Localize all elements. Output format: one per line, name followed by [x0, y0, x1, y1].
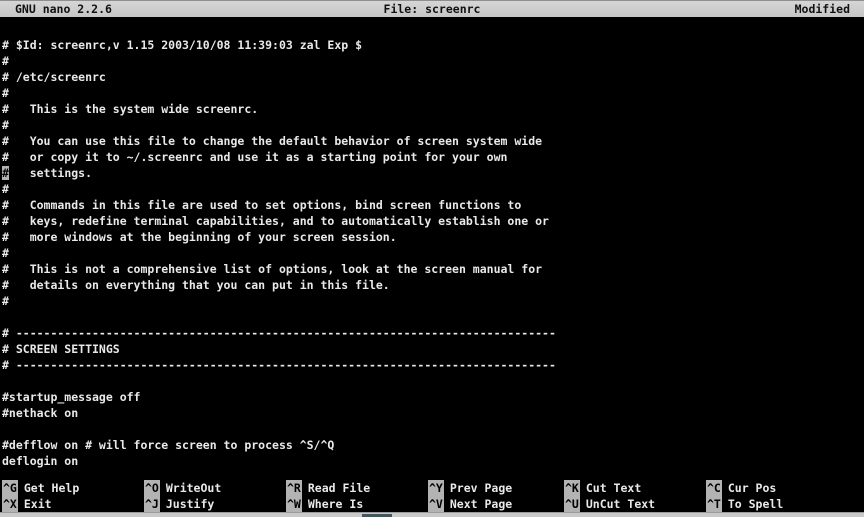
- window-bottom-edge: [0, 512, 864, 517]
- buffer-line[interactable]: [2, 373, 864, 389]
- shortcut-key-badge: ^Y: [428, 480, 444, 496]
- buffer-line[interactable]: # SCREEN SETTINGS: [2, 341, 864, 357]
- shortcut-label: Cut Text: [586, 481, 641, 495]
- terminal-window: GNU nano 2.2.6 File: screenrc Modified #…: [0, 0, 864, 517]
- shortcut-key-badge: ^J: [144, 496, 160, 512]
- buffer-line[interactable]: #startup_message off: [2, 389, 864, 405]
- shortcut-label: Justify: [166, 497, 214, 511]
- shortcut-key-badge: ^T: [706, 496, 722, 512]
- shortcut-next-page[interactable]: ^V Next Page: [428, 496, 512, 512]
- buffer-line[interactable]: #: [2, 85, 864, 101]
- shortcut-label: Next Page: [450, 497, 512, 511]
- buffer-line[interactable]: # --------------------------------------…: [2, 325, 864, 341]
- nano-titlebar: GNU nano 2.2.6 File: screenrc Modified: [0, 0, 864, 17]
- buffer-line[interactable]: #: [2, 245, 864, 261]
- buffer-line[interactable]: # or copy it to ~/.screenrc and use it a…: [2, 149, 864, 165]
- buffer-line[interactable]: [2, 421, 864, 437]
- shortcut-key-badge: ^W: [286, 496, 302, 512]
- shortcut-key-badge: ^V: [428, 496, 444, 512]
- shortcut-key-badge: ^R: [286, 480, 302, 496]
- buffer-line[interactable]: deflogin on: [2, 453, 864, 469]
- shortcut-get-help[interactable]: ^G Get Help: [2, 480, 79, 496]
- shortcut-writeout[interactable]: ^O WriteOut: [144, 480, 221, 496]
- buffer-line[interactable]: #nethack on: [2, 405, 864, 421]
- shortcut-key-badge: ^X: [2, 496, 18, 512]
- shortcut-justify[interactable]: ^J Justify: [144, 496, 214, 512]
- shortcut-cut-text[interactable]: ^K Cut Text: [564, 480, 641, 496]
- shortcut-exit[interactable]: ^X Exit: [2, 496, 52, 512]
- shortcut-key-badge: ^O: [144, 480, 160, 496]
- shortcut-row-1: ^G Get Help ^O WriteOut ^R Read File ^Y Prev Pa…: [0, 480, 864, 496]
- shortcut-cur-pos[interactable]: ^C Cur Pos: [706, 480, 776, 496]
- shortcut-key-badge: ^C: [706, 480, 722, 496]
- shortcut-key-badge: ^G: [2, 480, 18, 496]
- editor-buffer[interactable]: # $Id: screenrc,v 1.15 2003/10/08 11:39:…: [2, 37, 864, 469]
- shortcut-label: Exit: [24, 497, 52, 511]
- shortcut-prev-page[interactable]: ^Y Prev Page: [428, 480, 512, 496]
- buffer-line[interactable]: # $Id: screenrc,v 1.15 2003/10/08 11:39:…: [2, 37, 864, 53]
- shortcut-label: Read File: [308, 481, 370, 495]
- buffer-line[interactable]: #: [2, 53, 864, 69]
- shortcut-label: WriteOut: [166, 481, 221, 495]
- shortcut-uncut-text[interactable]: ^U UnCut Text: [564, 496, 655, 512]
- shortcut-where-is[interactable]: ^W Where Is: [286, 496, 363, 512]
- shortcut-label: UnCut Text: [586, 497, 655, 511]
- buffer-line[interactable]: # keys, redefine terminal capabilities, …: [2, 213, 864, 229]
- shortcut-label: Cur Pos: [728, 481, 776, 495]
- buffer-line[interactable]: # /etc/screenrc: [2, 69, 864, 85]
- shortcut-label: Prev Page: [450, 481, 512, 495]
- buffer-line[interactable]: # --------------------------------------…: [2, 357, 864, 373]
- shortcut-key-badge: ^K: [564, 480, 580, 496]
- text-cursor: #: [2, 166, 9, 180]
- shortcut-label: Get Help: [24, 481, 79, 495]
- buffer-line[interactable]: # settings.: [2, 165, 864, 181]
- buffer-line[interactable]: # You can use this file to change the de…: [2, 133, 864, 149]
- buffer-line[interactable]: #defflow on # will force screen to proce…: [2, 437, 864, 453]
- file-name-label: File: screenrc: [0, 2, 864, 17]
- buffer-line[interactable]: #: [2, 293, 864, 309]
- shortcut-label: Where Is: [308, 497, 363, 511]
- buffer-line[interactable]: [2, 309, 864, 325]
- shortcut-row-2: ^X Exit ^J Justify ^W Where Is ^V Next Page ^U Un…: [0, 496, 864, 512]
- buffer-line[interactable]: # more windows at the beginning of your …: [2, 229, 864, 245]
- buffer-line[interactable]: # Commands in this file are used to set …: [2, 197, 864, 213]
- buffer-line[interactable]: #: [2, 117, 864, 133]
- buffer-line[interactable]: #: [2, 181, 864, 197]
- shortcut-key-badge: ^U: [564, 496, 580, 512]
- modified-status-badge: Modified: [795, 2, 850, 17]
- shortcut-read-file[interactable]: ^R Read File: [286, 480, 370, 496]
- buffer-line[interactable]: # This is the system wide screenrc.: [2, 101, 864, 117]
- shortcut-to-spell[interactable]: ^T To Spell: [706, 496, 783, 512]
- buffer-line[interactable]: # This is not a comprehensive list of op…: [2, 261, 864, 277]
- buffer-line[interactable]: # details on everything that you can put…: [2, 277, 864, 293]
- shortcut-label: To Spell: [728, 497, 783, 511]
